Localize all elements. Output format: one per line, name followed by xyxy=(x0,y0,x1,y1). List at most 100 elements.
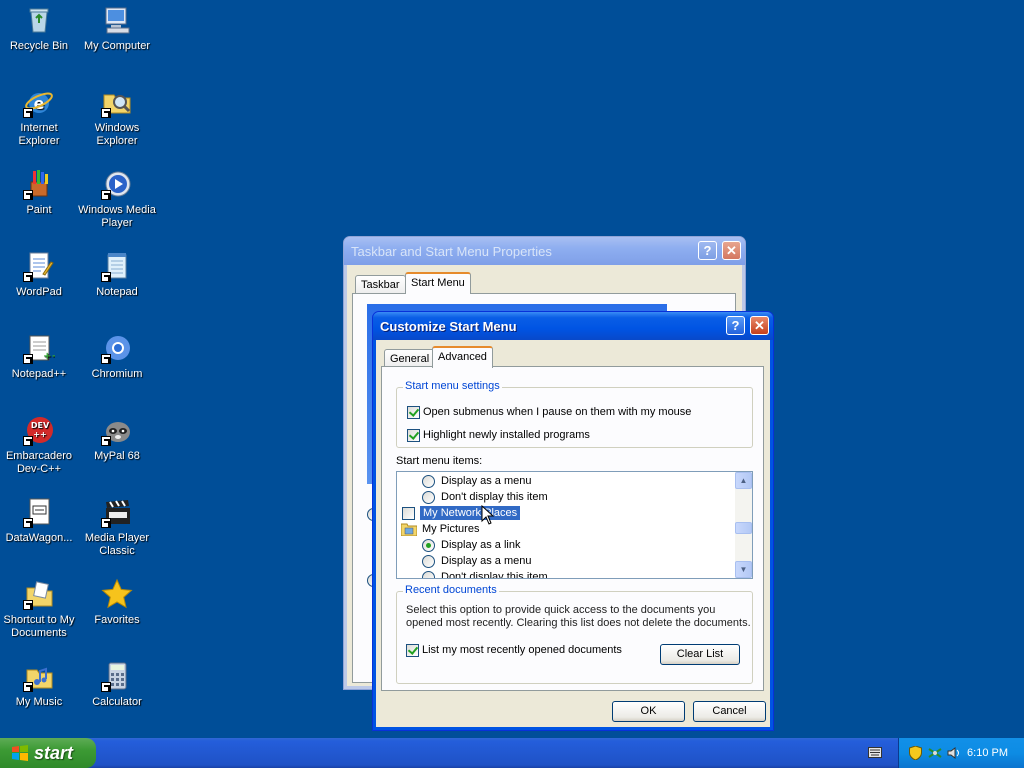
desktop-icon-mypal[interactable]: MyPal 68 xyxy=(78,414,156,463)
desktop-icon-label: Windows Explorer xyxy=(94,122,140,147)
list-item: Display as a menu xyxy=(441,475,532,487)
documents-folder-icon xyxy=(23,578,55,610)
start-menu-items-list[interactable]: Display as a menu Don't display this ite… xyxy=(396,471,753,579)
keyboard-icon[interactable] xyxy=(868,747,882,758)
my-network-places-checkbox[interactable] xyxy=(402,507,415,520)
shortcut-arrow-icon xyxy=(23,272,33,282)
desktop-icon-my-documents-shortcut[interactable]: Shortcut to My Documents xyxy=(0,578,78,640)
radio-display-as-menu[interactable] xyxy=(422,555,435,568)
desktop-icon-notepad[interactable]: Notepad xyxy=(78,250,156,299)
clear-list-button[interactable]: Clear List xyxy=(660,644,740,665)
chromium-icon xyxy=(101,332,133,364)
desktop-icon-label: MyPal 68 xyxy=(94,450,140,462)
shortcut-arrow-icon xyxy=(101,108,111,118)
help-button[interactable]: ? xyxy=(726,316,745,335)
radio-display-as-link[interactable] xyxy=(422,539,435,552)
customize-client: General Advanced Start menu settings Ope… xyxy=(376,340,770,727)
list-item: Display as a menu xyxy=(441,555,532,567)
svg-text:++: ++ xyxy=(33,430,46,439)
start-button[interactable]: start xyxy=(0,738,96,768)
taskbar: start 6:10 PM xyxy=(0,738,1024,768)
desktop-icon-label: Paint xyxy=(26,204,52,216)
ok-button[interactable]: OK xyxy=(612,701,685,722)
desktop-icon-my-music[interactable]: My Music xyxy=(0,660,78,709)
desktop-icon-wordpad[interactable]: WordPad xyxy=(0,250,78,299)
start-label: start xyxy=(34,743,74,763)
calculator-icon xyxy=(101,660,133,692)
scroll-down-button[interactable]: ▼ xyxy=(735,561,752,578)
recent-documents-group: Recent documents Select this option to p… xyxy=(396,584,753,684)
close-button[interactable]: ✕ xyxy=(722,241,741,260)
desktop-icon-internet-explorer[interactable]: e Internet Explorer xyxy=(0,86,78,148)
radio-display-as-menu[interactable] xyxy=(422,475,435,488)
tab-start-menu[interactable]: Start Menu xyxy=(405,272,471,294)
open-submenus-label: Open submenus when I pause on them with … xyxy=(423,406,692,418)
group-label: Recent documents xyxy=(403,584,499,596)
close-button[interactable]: ✕ xyxy=(750,316,769,335)
tab-advanced[interactable]: Advanced xyxy=(432,346,493,368)
desktop-icon-label: Embarcadero Dev-C++ xyxy=(5,450,73,475)
desktop-icon-datawagon[interactable]: DataWagon... xyxy=(0,496,78,545)
radio-dont-display[interactable] xyxy=(422,571,435,578)
recent-description-line1: Select this option to provide quick acce… xyxy=(406,604,716,616)
security-shield-icon[interactable] xyxy=(909,745,922,761)
desktop-icon-label: Notepad xyxy=(96,286,138,298)
desktop-icon-recycle-bin[interactable]: Recycle Bin xyxy=(0,4,78,53)
notepad-plus-plus-icon: ++ xyxy=(23,332,55,364)
cancel-button[interactable]: Cancel xyxy=(693,701,766,722)
desktop-icon-dev-cpp[interactable]: DEV ++ Embarcadero Dev-C++ xyxy=(0,414,78,476)
desktop-icon-calculator[interactable]: Calculator xyxy=(78,660,156,709)
volume-icon[interactable] xyxy=(947,746,961,760)
network-icon[interactable] xyxy=(927,746,943,760)
start-menu-settings-group: Start menu settings Open submenus when I… xyxy=(396,380,753,448)
clock[interactable]: 6:10 PM xyxy=(967,747,1008,759)
customize-start-menu-dialog: Customize Start Menu ? ✕ General Advance… xyxy=(372,311,774,731)
radio-dont-display[interactable] xyxy=(422,491,435,504)
desktop-icon-chromium[interactable]: Chromium xyxy=(78,332,156,381)
desktop-icon-my-computer[interactable]: My Computer xyxy=(78,4,156,53)
raccoon-icon xyxy=(101,414,133,446)
desktop-icon-media-player-classic[interactable]: Media Player Classic xyxy=(78,496,156,558)
desktop-icon-label: Chromium xyxy=(91,368,143,380)
shortcut-arrow-icon xyxy=(23,108,33,118)
desktop-icon-label: Media Player Classic xyxy=(84,532,150,557)
desktop-icon-notepad-plus-plus[interactable]: ++ Notepad++ xyxy=(0,332,78,381)
notepad-icon xyxy=(101,250,133,282)
datawagon-icon xyxy=(23,496,55,528)
system-tray: 6:10 PM xyxy=(898,738,1024,768)
highlight-programs-checkbox[interactable] xyxy=(407,429,420,442)
desktop-icon-favorites[interactable]: Favorites xyxy=(78,578,156,627)
list-item-selected[interactable]: My Network Places xyxy=(420,506,521,520)
shortcut-arrow-icon xyxy=(101,436,111,446)
help-button[interactable]: ? xyxy=(698,241,717,260)
tab-taskbar[interactable]: Taskbar xyxy=(355,275,406,295)
desktop-icon-label: Calculator xyxy=(92,696,142,708)
shortcut-arrow-icon xyxy=(101,272,111,282)
advanced-tab-pane: Start menu settings Open submenus when I… xyxy=(381,366,764,691)
highlight-programs-label: Highlight newly installed programs xyxy=(423,429,590,441)
desktop-icon-windows-explorer[interactable]: Windows Explorer xyxy=(78,86,156,148)
desktop-icon-paint[interactable]: Paint xyxy=(0,168,78,217)
list-recent-docs-checkbox[interactable] xyxy=(406,644,419,657)
scroll-up-button[interactable]: ▲ xyxy=(735,472,752,489)
desktop-icon-label: My Computer xyxy=(83,40,151,52)
shortcut-arrow-icon xyxy=(23,600,33,610)
my-computer-icon xyxy=(101,4,133,36)
desktop-icon-label: Notepad++ xyxy=(11,368,67,380)
vertical-scrollbar[interactable]: ▲ ▼ xyxy=(735,472,752,578)
window-title: Taskbar and Start Menu Properties xyxy=(351,244,552,259)
list-item: Don't display this item xyxy=(441,571,548,579)
taskbar-properties-titlebar[interactable]: Taskbar and Start Menu Properties ? ✕ xyxy=(344,237,745,265)
windows-explorer-icon xyxy=(101,86,133,118)
desktop-icon-label: Internet Explorer xyxy=(18,122,60,147)
open-submenus-checkbox[interactable] xyxy=(407,406,420,419)
desktop-icon-label: Recycle Bin xyxy=(9,40,69,52)
paint-icon xyxy=(23,168,55,200)
scroll-thumb[interactable] xyxy=(735,522,752,534)
shortcut-arrow-icon xyxy=(23,190,33,200)
shortcut-arrow-icon xyxy=(101,518,111,528)
shortcut-arrow-icon xyxy=(23,436,33,446)
customize-titlebar[interactable]: Customize Start Menu ? ✕ xyxy=(373,312,773,340)
shortcut-arrow-icon xyxy=(23,354,33,364)
desktop-icon-windows-media-player[interactable]: Windows Media Player xyxy=(78,168,156,230)
